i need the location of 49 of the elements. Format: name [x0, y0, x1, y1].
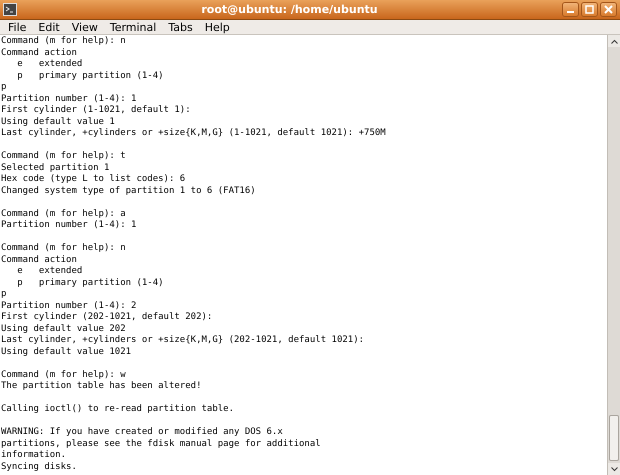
terminal-line: Command (m for help): n	[1, 243, 127, 254]
terminal-line: Command action	[1, 254, 78, 266]
terminal-line: p primary partition (1-4)	[16, 70, 165, 82]
terminal-line: Command (m for help): w	[1, 370, 127, 381]
terminal-line: Last cylinder, +cylinders or +size{K,M,G} (1-1021, default 1021): +750M	[1, 128, 387, 140]
terminal-line: Using default value 1021	[1, 346, 132, 358]
terminal-line: partitions, please see the fdisk manual page for additional	[1, 438, 322, 450]
terminal-line: Using default value 1	[1, 116, 116, 128]
menu-item[interactable]: Help	[198, 20, 236, 34]
terminal-line: Partition number (1-4): 1	[1, 220, 138, 232]
terminal-line: WARNING: If you have created or modified any DOS 6.x	[1, 427, 284, 438]
close-button[interactable]	[600, 2, 617, 17]
terminal-line: Command (m for help): n	[1, 36, 127, 48]
maximize-icon	[585, 5, 594, 14]
scroll-up-icon[interactable]	[610, 38, 618, 44]
terminal-icon	[3, 3, 17, 16]
terminal-line: The partition table has been altered!	[1, 381, 202, 392]
terminal-line: Command action	[1, 48, 78, 59]
terminal-line: Syncing disks.	[1, 462, 78, 473]
terminal-line: Command (m for help): t	[1, 151, 127, 162]
terminal-line: Using default value 202	[1, 324, 127, 335]
terminal-line: Command (m for help): a	[1, 208, 127, 220]
terminal-line: e extended	[16, 266, 84, 278]
close-icon	[604, 5, 613, 14]
terminal-line: p	[1, 82, 8, 94]
scrollbar-thumb[interactable]	[609, 415, 619, 461]
terminal-line: Last cylinder, +cylinders or +size{K,M,G} (202-1021, default 1021):	[1, 335, 366, 346]
scroll-down-icon[interactable]	[610, 466, 618, 472]
minimize-button[interactable]	[562, 2, 579, 17]
terminal-line: First cylinder (1-1021, default 1):	[1, 105, 192, 116]
terminal-line: p	[1, 289, 8, 300]
terminal-line: Selected partition 1	[1, 162, 110, 174]
terminal-line: Changed system type of partition 1 to 6 (FAT16)	[1, 186, 257, 197]
terminal-line: Calling ioctl() to re-read partition table.	[1, 404, 235, 416]
terminal-line: information.	[1, 450, 68, 462]
scrollbar[interactable]	[607, 35, 620, 475]
menu-item[interactable]: Tabs	[162, 20, 199, 34]
menu-item[interactable]: Terminal	[104, 20, 162, 34]
window-title: root@ubuntu: /home/ubuntu	[200, 3, 379, 16]
terminal-line: First cylinder (202-1021, default 202):	[1, 312, 214, 324]
terminal-line: Partition number (1-4): 1	[1, 94, 138, 105]
terminal-line: p primary partition (1-4)	[16, 278, 165, 289]
terminal-line: Partition number (1-4): 2	[1, 300, 138, 312]
terminal-line: e extended	[16, 59, 84, 70]
menu-item[interactable]: File	[2, 20, 32, 34]
menu-item[interactable]: Edit	[32, 20, 66, 34]
maximize-button[interactable]	[581, 2, 598, 17]
terminal-line: Hex code (type L to list codes): 6	[1, 174, 186, 186]
menu-item[interactable]: View	[66, 20, 104, 34]
